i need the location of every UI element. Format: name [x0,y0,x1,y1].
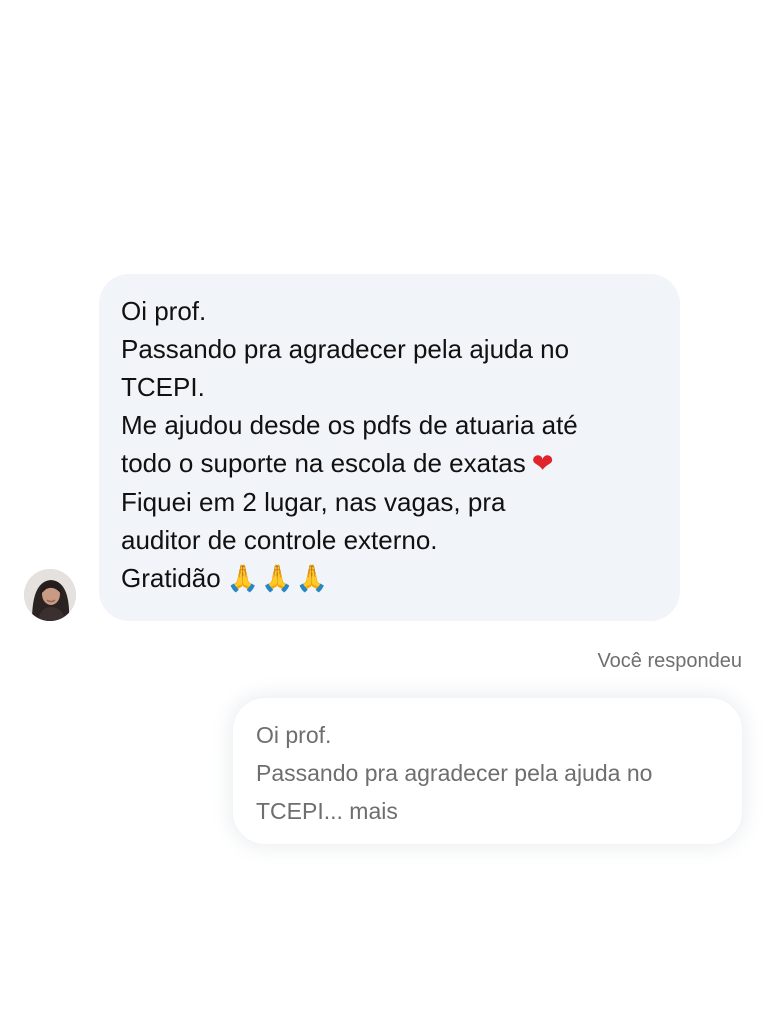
incoming-message-bubble[interactable]: Oi prof. Passando pra agradecer pela aju… [99,274,680,621]
avatar[interactable] [24,569,76,621]
message-line-text: Gratidão [121,563,221,593]
reply-preview-line: Passando pra agradecer pela ajuda no [256,760,653,786]
more-link[interactable]: mais [349,798,398,824]
message-line: Passando pra agradecer pela ajuda no [121,334,570,364]
message-line: Fiquei em 2 lugar, nas vagas, pra [121,487,506,517]
message-line-with-pray: Gratidão 🙏🙏🙏 [121,559,660,598]
heart-icon: ❤ [531,449,554,479]
replied-label: Você respondeu [597,650,742,672]
chat-thread: Oi prof. Passando pra agradecer pela aju… [0,0,768,1024]
reply-preview-line-last: TCEPI... mais [256,792,722,830]
reply-preview-bubble[interactable]: Oi prof. Passando pra agradecer pela aju… [233,698,742,844]
message-line: Oi prof. [121,296,207,326]
message-line: auditor de controle externo. [121,525,438,555]
message-line-text: todo o suporte na escola de exatas [121,448,526,478]
message-line: TCEPI. [121,372,205,402]
avatar-icon [24,569,76,621]
pray-icon: 🙏🙏🙏 [226,564,330,594]
reply-preview-text: TCEPI... [256,798,343,824]
message-line: Me ajudou desde os pdfs de atuaria até [121,410,578,440]
reply-preview-line: Oi prof. [256,722,332,748]
message-line-with-heart: todo o suporte na escola de exatas ❤ [121,444,660,483]
